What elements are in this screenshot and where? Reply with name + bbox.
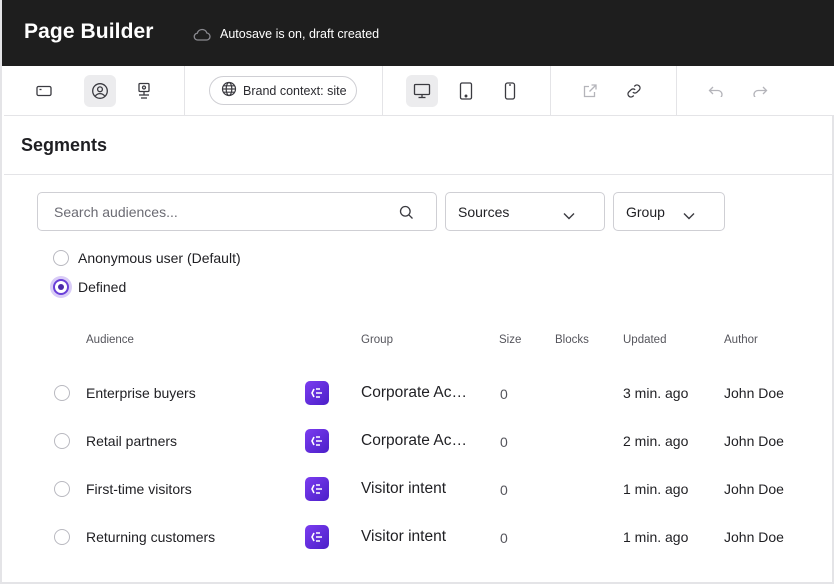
toolbar: Brand context: site	[4, 66, 834, 116]
chevron-down-icon	[683, 207, 695, 223]
segment-group-icon	[305, 477, 329, 501]
toolbar-divider	[184, 66, 185, 116]
link-icon	[626, 83, 642, 99]
external-link-icon	[582, 83, 598, 99]
globe-icon	[221, 81, 237, 100]
sources-label: Sources	[458, 203, 510, 220]
toolbar-divider	[676, 66, 677, 116]
cloud-icon	[193, 28, 211, 41]
personalize-button[interactable]	[128, 75, 160, 107]
column-header-audience: Audience	[86, 334, 134, 346]
undo-icon	[708, 85, 724, 97]
sidebar-icon	[36, 84, 52, 98]
radio-button[interactable]	[53, 250, 69, 266]
size-value: 0	[500, 434, 508, 450]
segment-group-icon	[305, 381, 329, 405]
redo-icon	[752, 85, 768, 97]
user-view-button[interactable]	[84, 75, 116, 107]
undo-button[interactable]	[700, 75, 732, 107]
author-value: John Doe	[724, 433, 784, 449]
autosave-text: Autosave is on, draft created	[220, 27, 380, 41]
tablet-view-button[interactable]	[450, 75, 482, 107]
size-value: 0	[500, 530, 508, 546]
search-input[interactable]	[39, 194, 379, 229]
group-dropdown[interactable]: Group	[613, 192, 725, 231]
section-title: Segments	[21, 135, 108, 155]
desktop-view-button[interactable]	[406, 75, 438, 107]
updated-value: 3 min. ago	[623, 385, 689, 401]
row-radio[interactable]	[54, 433, 70, 449]
group-name: Corporate Accounts	[361, 432, 469, 449]
mobile-icon	[504, 82, 516, 100]
radio-label: Defined	[78, 279, 127, 295]
app-window: Page Builder Autosave is on, draft creat…	[0, 0, 834, 584]
audience-name: Retail partners	[86, 433, 178, 449]
radio-button-selected[interactable]	[53, 279, 69, 295]
row-radio[interactable]	[54, 529, 70, 545]
audience-name: Enterprise buyers	[86, 385, 196, 401]
column-header-size: Size	[499, 334, 522, 346]
sources-dropdown[interactable]: Sources	[445, 192, 605, 231]
group-name: Visitor intent	[361, 528, 447, 545]
segment-group-icon	[305, 525, 329, 549]
app-title: Page Builder	[24, 20, 154, 43]
search-box	[37, 192, 437, 231]
toolbar-divider	[550, 66, 551, 116]
updated-value: 2 min. ago	[623, 433, 689, 449]
personalize-icon	[136, 82, 152, 100]
segments-header: Segments	[4, 117, 834, 175]
group-name: Visitor intent	[361, 480, 447, 497]
sidebar-toggle-button[interactable]	[28, 75, 60, 107]
updated-value: 1 min. ago	[623, 529, 689, 545]
open-external-button[interactable]	[574, 75, 606, 107]
table-row[interactable]: First-time visitors Visitor intent 0 1 m…	[4, 464, 834, 512]
autosave-status: Autosave is on, draft created	[193, 27, 379, 41]
radio-label: Anonymous user (Default)	[78, 250, 241, 266]
tablet-icon	[459, 82, 473, 100]
author-value: John Doe	[724, 481, 784, 497]
radio-defined[interactable]: Defined	[53, 279, 126, 295]
column-header-group: Group	[361, 334, 393, 346]
row-radio[interactable]	[54, 481, 70, 497]
table-row[interactable]: Retail partners Corporate Accounts 0 2 m…	[4, 416, 834, 464]
group-label: Group	[626, 203, 665, 220]
audience-name: Returning customers	[86, 529, 216, 545]
chevron-down-icon	[563, 207, 575, 223]
row-radio[interactable]	[54, 385, 70, 401]
radio-anonymous[interactable]: Anonymous user (Default)	[53, 250, 241, 266]
author-value: John Doe	[724, 385, 784, 401]
author-value: John Doe	[724, 529, 784, 545]
column-header-updated: Updated	[623, 334, 667, 346]
audience-name: First-time visitors	[86, 481, 192, 497]
segment-group-icon	[305, 429, 329, 453]
table-row[interactable]: Enterprise buyers Corporate Accounts 0 3…	[4, 368, 834, 416]
copy-link-button[interactable]	[618, 75, 650, 107]
column-header-blocks: Blocks	[555, 334, 589, 346]
top-bar: Page Builder Autosave is on, draft creat…	[2, 0, 834, 66]
user-icon	[91, 82, 109, 100]
column-header-author: Author	[724, 334, 758, 346]
desktop-icon	[413, 83, 431, 99]
group-name: Corporate Accounts	[361, 384, 469, 401]
updated-value: 1 min. ago	[623, 481, 689, 497]
size-value: 0	[500, 482, 508, 498]
table-row[interactable]: Returning customers Visitor intent 0 1 m…	[4, 512, 834, 560]
redo-button[interactable]	[744, 75, 776, 107]
brand-context-pill[interactable]: Brand context: site	[209, 76, 357, 105]
size-value: 0	[500, 386, 508, 402]
toolbar-divider	[382, 66, 383, 116]
brand-context-label: Brand context: site	[243, 83, 347, 98]
mobile-view-button[interactable]	[494, 75, 526, 107]
search-icon[interactable]	[399, 205, 414, 225]
